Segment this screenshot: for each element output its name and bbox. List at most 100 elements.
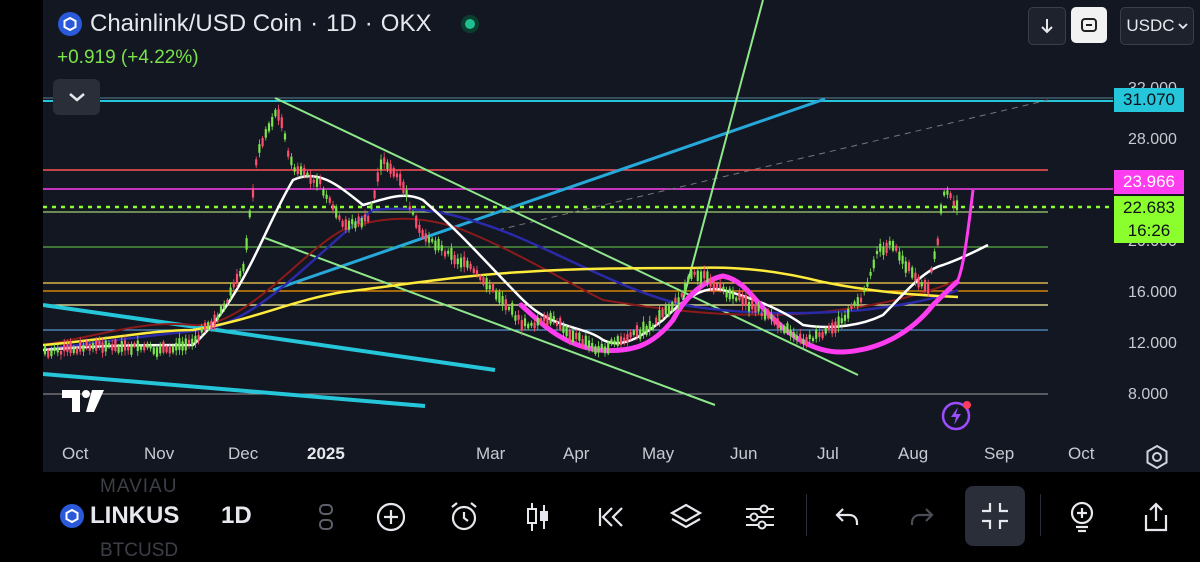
candle-body [943, 191, 946, 196]
candle-body [155, 347, 159, 357]
candle-body [607, 342, 610, 354]
candle-body [674, 297, 677, 303]
candle-body [610, 339, 613, 345]
candle-body [587, 340, 591, 348]
fullscreen-exit-button[interactable] [965, 486, 1025, 546]
candle-body [907, 262, 911, 272]
candle-body [642, 321, 645, 334]
projection-line[interactable] [497, 99, 1049, 231]
candle-body [392, 167, 395, 177]
candle-body [479, 275, 482, 280]
steep-trendline[interactable] [682, 0, 764, 301]
candle-body [418, 224, 421, 233]
candles-button[interactable] [520, 499, 556, 535]
candle-body [744, 294, 747, 306]
candle-body [482, 277, 485, 285]
candle-body [200, 328, 203, 333]
pink-projection-curve[interactable] [955, 189, 975, 283]
alert-button[interactable] [940, 400, 974, 437]
candle-body [210, 320, 213, 330]
time-tick: Oct [62, 444, 89, 463]
symbol-search-button[interactable]: LINKUS [60, 502, 179, 530]
price-chart[interactable] [42, 0, 1200, 472]
candle-body [831, 322, 834, 334]
candle-body [181, 341, 184, 351]
candle-body [626, 334, 629, 343]
candle-body [757, 304, 760, 312]
candle-body [795, 335, 799, 340]
candle-body [475, 270, 479, 275]
candle-body [546, 314, 549, 327]
candle-body [274, 109, 277, 117]
legend-toggle-button[interactable] [53, 79, 100, 115]
candle-body [936, 238, 939, 246]
price-change: +0.919 (+4.22%) [57, 47, 199, 68]
candle-body [463, 256, 466, 267]
candle-body [456, 258, 459, 265]
add-indicator-button[interactable] [1064, 499, 1100, 535]
chart-legend[interactable]: Chainlink/USD Coin · 1D · OKX [58, 10, 480, 38]
candle-body [472, 268, 475, 273]
candle-body [408, 206, 411, 210]
candle-body [952, 200, 955, 207]
replay-button[interactable] [594, 499, 630, 535]
share-button[interactable] [1138, 499, 1174, 535]
symbol-list-item-below: BTCUSD [100, 540, 179, 561]
candle-body [552, 316, 555, 320]
interval-button[interactable]: 1D [221, 502, 252, 530]
candle-body [879, 243, 882, 252]
scroll-to-latest-button[interactable] [1028, 7, 1066, 45]
time-axis[interactable]: Oct Nov Dec 2025 Mar Apr May Jun Jul Aug… [43, 444, 1094, 470]
candle-body [885, 242, 888, 254]
candle-body [175, 342, 178, 351]
chart-type-icon [319, 504, 333, 530]
candle-body [840, 318, 843, 324]
candle-body [149, 344, 152, 349]
candle-body [123, 340, 127, 351]
share-icon [1144, 502, 1168, 532]
candle-body [597, 345, 600, 353]
chart-type-button[interactable] [308, 499, 344, 535]
alerts-button[interactable] [446, 499, 482, 535]
candle-body [213, 314, 216, 326]
candle-body [763, 309, 767, 320]
candle-body [178, 338, 181, 350]
candle-body [629, 332, 632, 338]
candle-body [354, 221, 357, 229]
candle-body [357, 216, 360, 224]
candle-body [303, 167, 306, 176]
add-icon [376, 502, 406, 532]
price-scale[interactable]: 32.000 28.000 20.000 16.000 12.000 8.000… [1092, 0, 1200, 440]
candle-body [56, 347, 59, 353]
candle-body [223, 303, 226, 309]
candle-body [671, 302, 674, 311]
candle-body [805, 337, 808, 346]
channel-bottom-line[interactable] [264, 237, 716, 406]
redo-button[interactable] [904, 499, 940, 535]
candle-body [687, 276, 690, 282]
candle-body [360, 217, 363, 228]
chart-settings-button[interactable] [1144, 444, 1170, 475]
undo-icon [835, 508, 859, 525]
candle-body [859, 297, 863, 303]
candle-body [363, 214, 367, 222]
indicators-settings-button[interactable] [742, 499, 778, 535]
price-tick: 28.000 [1128, 131, 1177, 148]
time-tick: Jul [817, 444, 839, 463]
candle-body [946, 190, 949, 195]
candle-body [75, 347, 79, 354]
candle-body [600, 343, 603, 350]
objects-tree-button[interactable] [668, 499, 704, 535]
cyan-trendline-3[interactable] [272, 97, 826, 292]
candle-body [344, 219, 347, 230]
candle-body [203, 322, 207, 331]
candle-body [322, 189, 325, 196]
undo-button[interactable] [829, 499, 865, 535]
pair-name: Chainlink/USD Coin [90, 10, 303, 37]
candle-body [405, 190, 408, 197]
chart-canvas[interactable] [42, 0, 1200, 472]
candle-body [575, 332, 578, 340]
candle-body [760, 312, 763, 316]
candle-body [594, 346, 597, 355]
add-symbol-button[interactable] [373, 499, 409, 535]
